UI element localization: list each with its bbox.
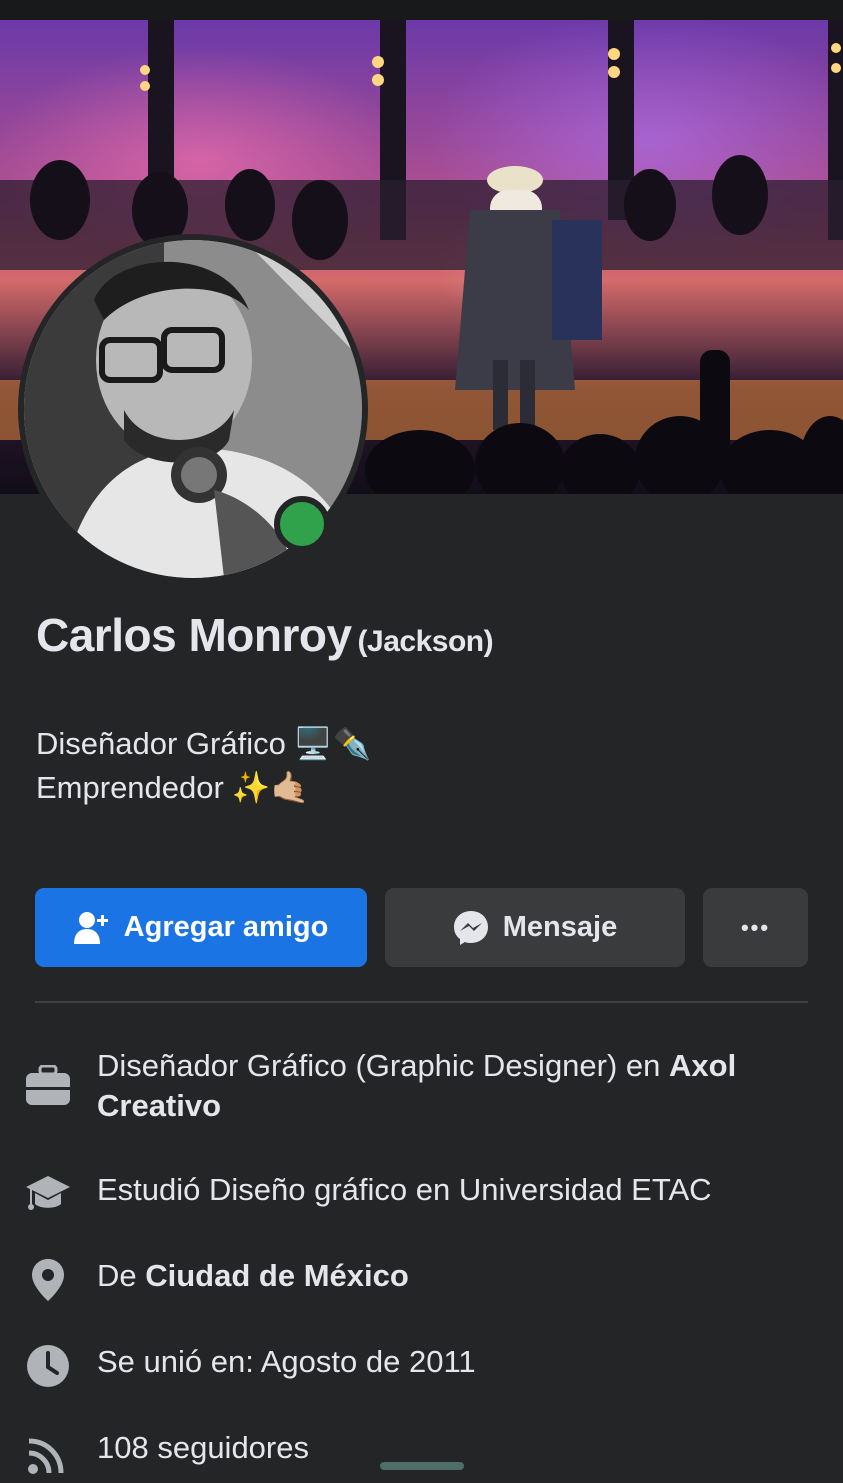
add-friend-label: Agregar amigo <box>123 911 329 943</box>
more-options-button[interactable]: ••• <box>703 888 808 967</box>
section-divider <box>35 1001 808 1003</box>
briefcase-icon <box>24 1062 72 1110</box>
profile-name: Carlos Monroy (Jackson) <box>36 608 494 662</box>
online-status-indicator <box>274 496 330 552</box>
rss-icon <box>24 1430 72 1478</box>
more-options-icon: ••• <box>740 914 771 940</box>
add-friend-button[interactable]: Agregar amigo <box>35 888 367 967</box>
graduation-cap-icon <box>24 1170 72 1218</box>
clock-icon <box>24 1342 72 1390</box>
education-text: Estudió Diseño gráfico en Universidad ET… <box>97 1172 712 1207</box>
messenger-icon <box>453 910 489 946</box>
hometown-prefix: De <box>97 1258 146 1293</box>
bio-line-2-emoji: ✨🤙🏼 <box>231 770 310 805</box>
bio-line-1-emoji: 🖥️✒️ <box>293 726 372 761</box>
bio-line-1: Diseñador Gráfico <box>36 726 286 761</box>
message-button[interactable]: Mensaje <box>385 888 685 967</box>
status-bar <box>0 0 843 20</box>
work-text: Diseñador Gráfico (Graphic Designer) en … <box>97 1046 817 1126</box>
profile-bio: Diseñador Gráfico 🖥️✒️ Emprendedor ✨🤙🏼 <box>36 722 371 810</box>
message-label: Mensaje <box>502 911 618 943</box>
work-description: Diseñador Gráfico (Graphic Designer) en <box>97 1048 670 1083</box>
location-pin-icon <box>24 1256 72 1304</box>
profile-full-name: Carlos Monroy <box>36 609 352 661</box>
bio-line-2: Emprendedor <box>36 770 224 805</box>
add-person-icon <box>73 911 110 945</box>
home-indicator[interactable] <box>380 1462 464 1470</box>
hometown-text: De Ciudad de México <box>97 1256 409 1296</box>
joined-text: Se unió en: Agosto de 2011 <box>97 1344 476 1379</box>
followers-text[interactable]: 108 seguidores <box>97 1428 309 1468</box>
hometown-place-link[interactable]: Ciudad de México <box>145 1258 409 1293</box>
profile-alternate-name: (Jackson) <box>357 625 494 658</box>
